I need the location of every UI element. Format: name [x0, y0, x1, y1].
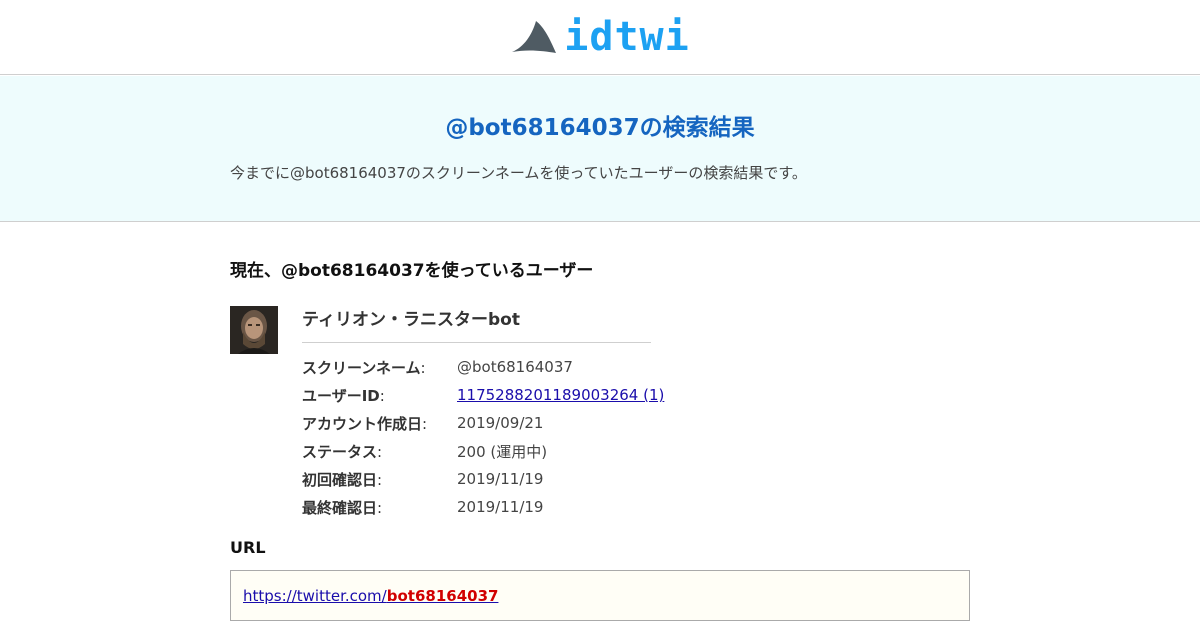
info-row-last-seen: 最終確認日: 2019/11/19	[302, 493, 702, 521]
info-label: アカウント作成日:	[302, 414, 428, 433]
site-header: idtwi	[0, 0, 1200, 75]
url-heading: URL	[230, 538, 266, 557]
url-handle: bot68164037	[386, 586, 499, 605]
url-box: https://twitter.com/bot68164037	[230, 570, 970, 621]
info-row-screen-name: スクリーンネーム: @bot68164037	[302, 353, 702, 381]
page-title: @bot68164037の検索結果	[445, 115, 755, 141]
info-value-user-id: 1175288201189003264 (1)	[457, 386, 664, 404]
shark-fin-icon	[510, 17, 560, 57]
site-logo[interactable]: idtwi	[510, 14, 689, 60]
info-value-created: 2019/09/21	[457, 414, 544, 432]
info-row-user-id: ユーザーID: 1175288201189003264 (1)	[302, 381, 702, 409]
user-display-name: ティリオン・ラニスターbot	[302, 308, 651, 343]
search-hero	[0, 76, 1200, 222]
info-value-screen-name: @bot68164037	[457, 358, 573, 376]
info-label: 初回確認日:	[302, 470, 383, 489]
info-label: ステータス:	[302, 442, 383, 461]
info-value-first-seen: 2019/11/19	[457, 470, 544, 488]
info-label: スクリーンネーム:	[302, 358, 426, 377]
logo-text: idtwi	[564, 14, 690, 60]
info-row-first-seen: 初回確認日: 2019/11/19	[302, 465, 702, 493]
page-description: 今までに@bot68164037のスクリーンネームを使っていたユーザーの検索結果…	[230, 164, 807, 182]
info-label: ユーザーID:	[302, 386, 385, 405]
user-info-list: スクリーンネーム: @bot68164037 ユーザーID: 117528820…	[302, 353, 702, 521]
info-value-status: 200 (運用中)	[457, 442, 548, 461]
info-label: 最終確認日:	[302, 498, 383, 517]
profile-url-link[interactable]: https://twitter.com/bot68164037	[243, 587, 498, 605]
current-user-heading: 現在、@bot68164037を使っているユーザー	[230, 261, 594, 281]
info-row-created: アカウント作成日: 2019/09/21	[302, 409, 702, 437]
avatar[interactable]	[230, 306, 278, 354]
user-id-link[interactable]: 1175288201189003264 (1)	[457, 386, 664, 404]
info-row-status: ステータス: 200 (運用中)	[302, 437, 702, 465]
info-value-last-seen: 2019/11/19	[457, 498, 544, 516]
